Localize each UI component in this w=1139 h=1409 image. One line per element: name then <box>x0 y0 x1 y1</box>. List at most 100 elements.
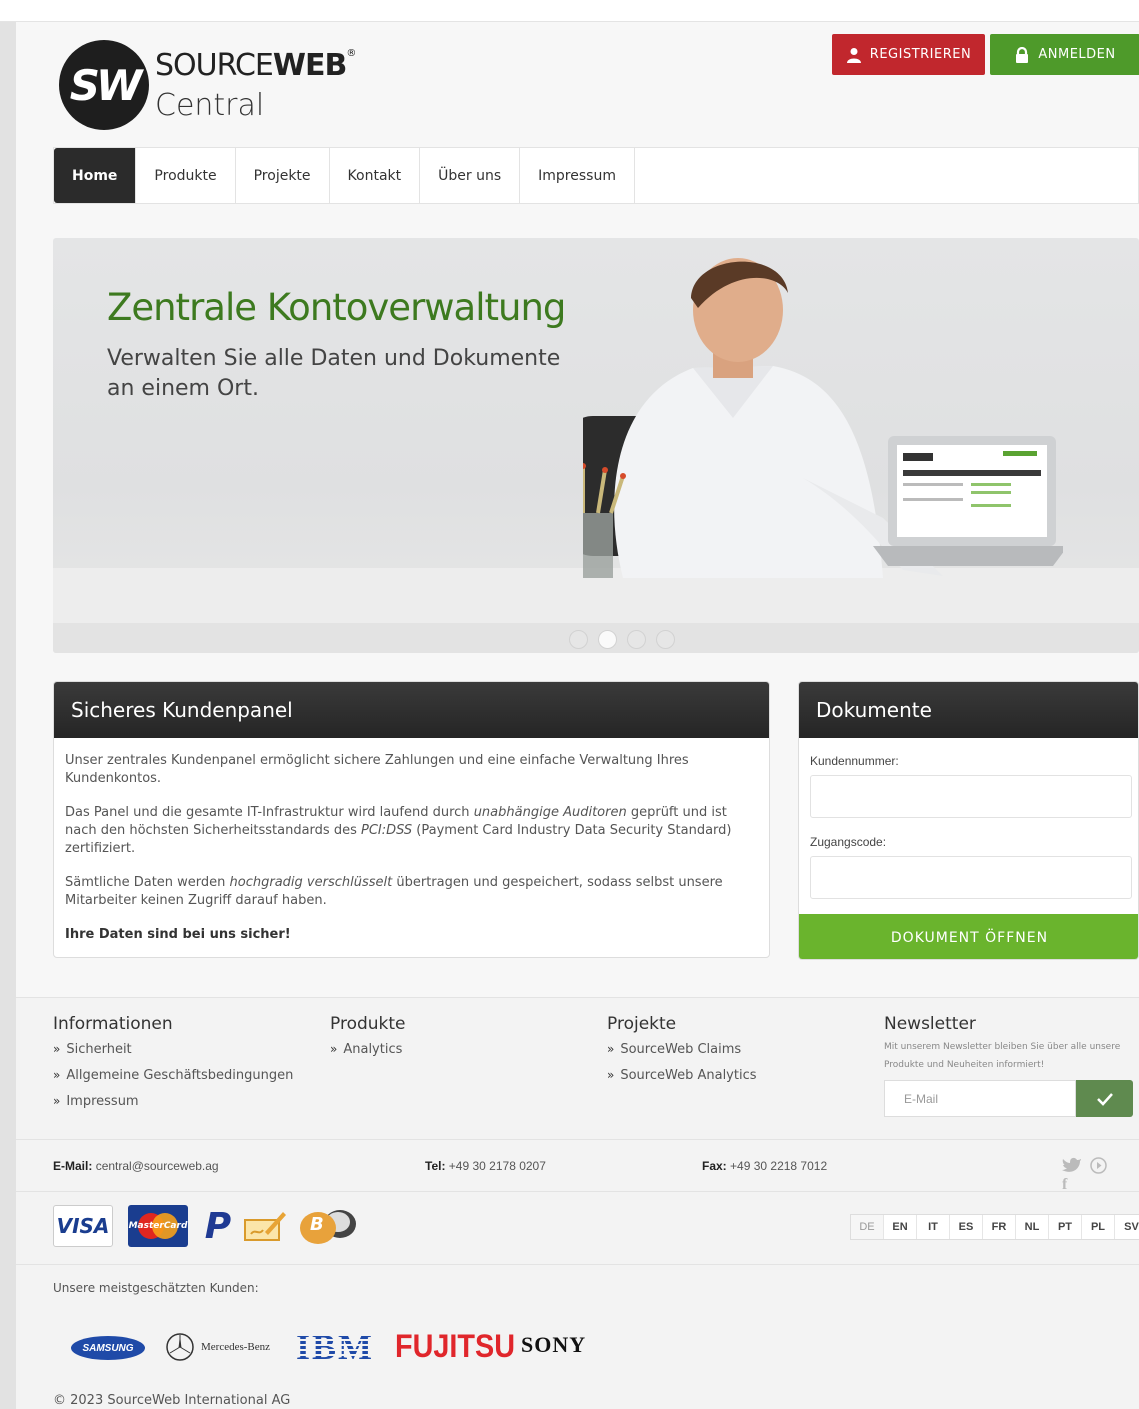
secure-panel-card: Sicheres Kundenpanel Unser zentrales Kun… <box>53 681 770 958</box>
bitcoin-symbol: B <box>310 1214 324 1235</box>
nav-kontakt[interactable]: Kontakt <box>330 148 421 203</box>
copyright: © 2023 SourceWeb International AG <box>53 1393 291 1408</box>
contact-fax: Fax: +49 30 2218 7012 <box>702 1159 827 1173</box>
newsletter-submit-button[interactable] <box>1076 1080 1133 1117</box>
left-gutter <box>0 22 16 1409</box>
footer-link-label: SourceWeb Claims <box>620 1042 742 1057</box>
payment-row: VISA MasterCard P B DE EN IT ES FR NL PT <box>16 1192 1139 1265</box>
rss-icon[interactable] <box>1090 1157 1107 1174</box>
footer-link-label: Impressum <box>66 1094 139 1109</box>
lang-fr[interactable]: FR <box>983 1215 1016 1239</box>
double-chevron-icon: » <box>330 1042 338 1056</box>
footer: Informationen » Sicherheit » Allgemeine Ge… <box>16 997 1139 1409</box>
double-chevron-icon: » <box>607 1068 615 1082</box>
secure-panel-body: Unser zentrales Kundenpanel ermöglicht s… <box>54 738 769 957</box>
contact-fax-label: Fax: <box>702 1159 727 1173</box>
lang-it[interactable]: IT <box>917 1215 950 1239</box>
lang-nl[interactable]: NL <box>1016 1215 1049 1239</box>
slider-dot-1[interactable] <box>569 630 588 649</box>
contact-row: E-Mail: central@sourceweb.ag Tel: +49 30… <box>16 1139 1139 1193</box>
documents-title: Dokumente <box>799 682 1138 738</box>
newsletter-description: Mit unserem Newsletter bleiben Sie über … <box>884 1042 1121 1070</box>
lang-de[interactable]: DE <box>851 1215 884 1239</box>
lang-en[interactable]: EN <box>884 1215 917 1239</box>
nav-projekte[interactable]: Projekte <box>236 148 330 203</box>
slider-dot-4[interactable] <box>656 630 675 649</box>
footer-link-label: Sicherheit <box>66 1042 132 1057</box>
p3-text-a: Sämtliche Daten werden <box>65 875 230 890</box>
contact-email-value[interactable]: central@sourceweb.ag <box>96 1159 219 1173</box>
secure-panel-p3: Sämtliche Daten werden hochgradig versch… <box>65 874 758 910</box>
site-logo[interactable]: SW SOURCEWEB® Central <box>59 40 389 132</box>
register-label: REGISTRIEREN <box>869 47 972 62</box>
footer-col-info: Informationen » Sicherheit » Allgemeine Ge… <box>53 1014 293 1120</box>
newsletter-form: E-Mail <box>884 1080 1136 1117</box>
logo-wordmark: SOURCEWEB® <box>155 48 356 83</box>
hero-slider: Zentrale Kontoverwaltung Verwalten Sie a… <box>53 238 1139 653</box>
footer-col-projects-title: Projekte <box>607 1014 677 1034</box>
documents-card: Dokumente Kundennummer: Zugangscode: DOK… <box>798 681 1139 960</box>
footer-link-sw-analytics[interactable]: » SourceWeb Analytics <box>607 1068 757 1094</box>
footer-col-products: Produkte » Analytics <box>330 1014 406 1068</box>
cheque-pen-icon <box>244 1212 286 1241</box>
sony-logo: SONY <box>521 1332 587 1357</box>
hero-title: Zentrale Kontoverwaltung <box>107 286 566 329</box>
client-logos: SAMSUNG Mercedes-Benz IBM FUJITSU SONY <box>53 1318 653 1378</box>
hero-image-businessman <box>583 258 1063 578</box>
contact-email: E-Mail: central@sourceweb.ag <box>53 1159 219 1173</box>
p2-text-a: Das Panel und die gesamte IT-Infrastrukt… <box>65 805 474 820</box>
social-links: f <box>1062 1157 1107 1193</box>
footer-newsletter: Newsletter Mit unserem Newsletter bleibe… <box>884 1014 1136 1117</box>
access-code-input[interactable] <box>810 856 1132 899</box>
twitter-icon[interactable] <box>1062 1157 1082 1174</box>
language-switcher: DE EN IT ES FR NL PT PL SV <box>850 1214 1139 1240</box>
clients-label: Unsere meistgeschätzten Kunden: <box>53 1281 259 1295</box>
newsletter-email-input[interactable]: E-Mail <box>884 1080 1076 1117</box>
login-button[interactable]: ANMELDEN <box>990 34 1139 75</box>
mercedes-label: Mercedes-Benz <box>201 1341 271 1353</box>
register-button[interactable]: REGISTRIEREN <box>832 34 985 75</box>
footer-link-sicherheit[interactable]: » Sicherheit <box>53 1042 293 1068</box>
logo-subtitle: Central <box>155 88 265 123</box>
access-code-label: Zugangscode: <box>810 835 887 849</box>
p2-emphasis-pcidss: PCI:DSS <box>360 823 413 838</box>
nav-home[interactable]: Home <box>54 148 137 203</box>
logo-mark: SW <box>59 40 149 130</box>
double-chevron-icon: » <box>53 1042 61 1056</box>
lang-pl[interactable]: PL <box>1082 1215 1115 1239</box>
footer-link-impressum[interactable]: » Impressum <box>53 1094 293 1120</box>
double-chevron-icon: » <box>607 1042 615 1056</box>
mercedes-logo: Mercedes-Benz <box>165 1332 270 1362</box>
customer-number-input[interactable] <box>810 775 1132 818</box>
registered-mark: ® <box>346 48 356 59</box>
footer-link-agb[interactable]: » Allgemeine Geschäftsbedingungen <box>53 1068 293 1094</box>
lang-sv[interactable]: SV <box>1115 1215 1139 1239</box>
nav-ueber-uns[interactable]: Über uns <box>420 148 521 203</box>
secure-panel-p4: Ihre Daten sind bei uns sicher! <box>65 927 291 942</box>
slider-dot-2[interactable] <box>598 630 617 649</box>
contact-email-label: E-Mail: <box>53 1159 93 1173</box>
nav-impressum[interactable]: Impressum <box>520 148 635 203</box>
secure-panel-p1: Unser zentrales Kundenpanel ermöglicht s… <box>65 753 689 786</box>
double-chevron-icon: » <box>53 1068 61 1082</box>
checkmark-icon <box>1096 1092 1113 1106</box>
p2-emphasis-auditors: unabhängige Auditoren <box>473 805 627 820</box>
slider-dots <box>569 630 675 649</box>
footer-col-products-title: Produkte <box>330 1014 406 1034</box>
open-document-button[interactable]: DOKUMENT ÖFFNEN <box>799 914 1138 959</box>
footer-link-claims[interactable]: » SourceWeb Claims <box>607 1042 757 1068</box>
lang-es[interactable]: ES <box>950 1215 983 1239</box>
ibm-logo: IBM <box>296 1327 374 1367</box>
lang-pt[interactable]: PT <box>1049 1215 1082 1239</box>
mercedes-star-icon <box>166 1333 194 1361</box>
newsletter-title: Newsletter <box>884 1014 976 1034</box>
mastercard-logo: MasterCard <box>128 1205 188 1247</box>
page: SW SOURCEWEB® Central REGISTRIEREN ANMEL… <box>16 22 1139 1409</box>
nav-produkte[interactable]: Produkte <box>136 148 236 203</box>
bitcoin-coins <box>300 1210 356 1244</box>
footer-link-analytics[interactable]: » Analytics <box>330 1042 406 1068</box>
slider-dot-3[interactable] <box>627 630 646 649</box>
p3-emphasis-encrypted: hochgradig verschlüsselt <box>229 875 393 890</box>
mastercard-label: MasterCard <box>128 1221 188 1231</box>
visa-logo: VISA <box>53 1205 113 1247</box>
